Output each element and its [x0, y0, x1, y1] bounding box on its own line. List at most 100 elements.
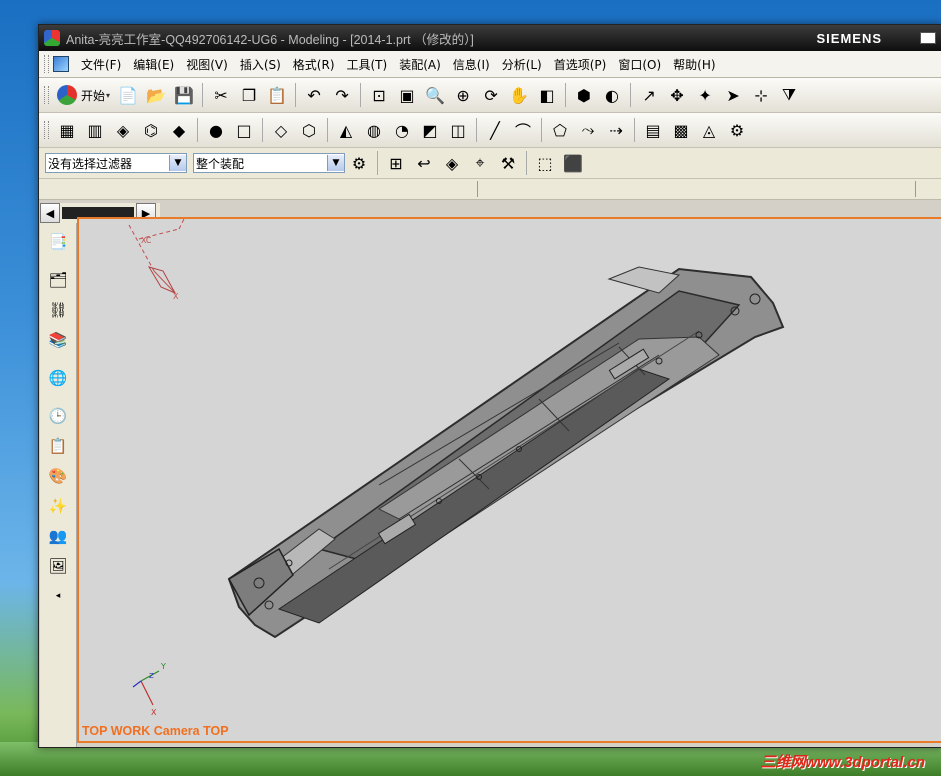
undo-icon[interactable]: ↶ — [302, 83, 326, 107]
more-icon[interactable]: ◂ — [47, 585, 69, 607]
blend-icon[interactable]: ◔ — [390, 118, 414, 142]
menu-information[interactable]: 信息(I) — [447, 56, 496, 73]
triad-x-label: X — [151, 708, 157, 717]
select-face-icon[interactable]: ◈ — [440, 151, 464, 175]
selection-filter-select[interactable]: 没有选择过滤器 ▼ — [45, 153, 187, 173]
mesh-icon[interactable]: ▩ — [669, 118, 693, 142]
cut-icon[interactable]: ✂ — [209, 83, 233, 107]
save-icon[interactable]: 💾 — [172, 83, 196, 107]
menu-edit[interactable]: 编辑(E) — [127, 56, 180, 73]
pan-icon[interactable]: ✋ — [507, 83, 531, 107]
new-file-icon[interactable]: 📄 — [116, 83, 140, 107]
history-icon[interactable]: 🕒 — [47, 405, 69, 427]
title-bar[interactable]: Anita-亮亮工作室-QQ492706142-UG6 - Modeling -… — [39, 25, 941, 51]
menu-analysis[interactable]: 分析(L) — [496, 56, 548, 73]
arc-icon[interactable]: ⌒ — [511, 118, 535, 142]
assembly-navigator-icon[interactable]: 🗂 — [47, 269, 69, 291]
select-body-icon[interactable]: ⚒ — [496, 151, 520, 175]
point-icon[interactable]: ⊹ — [749, 83, 773, 107]
menu-file[interactable]: 文件(F) — [75, 56, 127, 73]
undo-selection-icon[interactable]: ↩ — [412, 151, 436, 175]
toolbar-separator — [565, 83, 567, 107]
menu-app-icon[interactable] — [53, 56, 69, 72]
model-view[interactable]: XC X Y X Z — [79, 219, 941, 741]
toolbar-separator — [476, 118, 477, 142]
rectangle-select-icon[interactable]: ⬚ — [533, 151, 557, 175]
start-button[interactable]: 开始 ▾ — [57, 85, 110, 105]
sphere-icon[interactable]: ◍ — [362, 118, 386, 142]
zoom-in-icon[interactable]: ⊕ — [451, 83, 475, 107]
menu-help[interactable]: 帮助(H) — [667, 56, 721, 73]
fit-view-icon[interactable]: ⊡ — [367, 83, 391, 107]
triad-z-label: Z — [149, 672, 154, 680]
cone-icon[interactable]: ◭ — [334, 118, 358, 142]
scroll-left-button[interactable]: ◀ — [40, 203, 60, 223]
open-folder-icon[interactable]: 📂 — [144, 83, 168, 107]
roles-icon[interactable]: ✨ — [47, 495, 69, 517]
system-materials-icon[interactable]: 👥 — [47, 525, 69, 547]
paste-icon[interactable]: 📋 — [265, 83, 289, 107]
chamfer-icon[interactable]: ◩ — [418, 118, 442, 142]
menu-assembly[interactable]: 装配(A) — [393, 56, 447, 73]
toolbar-separator — [630, 83, 632, 107]
select-edge-icon[interactable]: ⌖ — [468, 151, 492, 175]
snap-point-icon[interactable]: ⊞ — [384, 151, 408, 175]
block-icon[interactable]: ◇ — [269, 118, 293, 142]
render-style-icon[interactable]: ◐ — [600, 83, 624, 107]
datum-plane-icon[interactable]: ▥ — [83, 118, 107, 142]
spline-icon[interactable]: ⬠ — [548, 118, 572, 142]
image-icon[interactable]: 🖼 — [47, 555, 69, 577]
shell-icon[interactable]: ◫ — [446, 118, 470, 142]
toolbar-grip[interactable] — [44, 121, 49, 139]
perspective-icon[interactable]: ◧ — [535, 83, 559, 107]
graphics-window[interactable]: XC X Y X Z TOP WORK Camera TOP — [77, 217, 941, 743]
select-all-icon[interactable]: ⬛ — [561, 151, 585, 175]
trim-icon[interactable]: ◬ — [697, 118, 721, 142]
copy-icon[interactable]: ❐ — [237, 83, 261, 107]
toolbar-grip[interactable] — [44, 86, 49, 104]
boss-icon[interactable]: □ — [232, 118, 256, 142]
filter-icon[interactable]: ⧩ — [777, 83, 801, 107]
rotate-icon[interactable]: ⟳ — [479, 83, 503, 107]
part-body[interactable] — [227, 266, 785, 639]
sketch-icon[interactable]: ▦ — [55, 118, 79, 142]
revolve-icon[interactable]: ⌬ — [139, 118, 163, 142]
minimize-button[interactable] — [920, 32, 936, 44]
wcs-icon[interactable]: ↗ — [637, 83, 661, 107]
offset-icon[interactable]: ⇢ — [604, 118, 628, 142]
menu-window[interactable]: 窗口(O) — [612, 56, 667, 73]
sweep-icon[interactable]: ◆ — [167, 118, 191, 142]
select-icon[interactable]: ➤ — [721, 83, 745, 107]
shaded-view-icon[interactable]: ⬢ — [572, 83, 596, 107]
chevron-down-icon[interactable]: ▼ — [169, 155, 186, 171]
curve-icon[interactable]: ⤳ — [576, 118, 600, 142]
part-navigator-icon[interactable]: 📑 — [47, 231, 69, 253]
extrude-icon[interactable]: ◈ — [111, 118, 135, 142]
chevron-down-icon[interactable]: ▼ — [327, 155, 344, 171]
menu-format[interactable]: 格式(R) — [287, 56, 341, 73]
cylinder-icon[interactable]: ⬡ — [297, 118, 321, 142]
menubar-grip[interactable] — [44, 55, 49, 73]
menu-insert[interactable]: 插入(S) — [234, 56, 287, 73]
palette-icon[interactable]: 🎨 — [47, 465, 69, 487]
toolbar-separator — [197, 118, 198, 142]
constraint-navigator-icon[interactable]: ⛓ — [47, 299, 69, 321]
menu-preferences[interactable]: 首选项(P) — [548, 56, 613, 73]
line-icon[interactable]: ╱ — [483, 118, 507, 142]
move-icon[interactable]: ✥ — [665, 83, 689, 107]
menu-tools[interactable]: 工具(T) — [341, 56, 394, 73]
zoom-icon[interactable]: 🔍 — [423, 83, 447, 107]
web-browser-icon[interactable]: 🌐 — [47, 367, 69, 389]
assembly-scope-select[interactable]: 整个装配 ▼ — [193, 153, 345, 173]
analysis-icon[interactable]: ⚙ — [725, 118, 749, 142]
hole-icon[interactable]: ● — [204, 118, 228, 142]
zoom-window-icon[interactable]: ▣ — [395, 83, 419, 107]
reuse-library-icon[interactable]: 📚 — [47, 329, 69, 351]
selection-filter-value: 没有选择过滤器 — [48, 156, 133, 171]
menu-view[interactable]: 视图(V) — [180, 56, 234, 73]
surface-icon[interactable]: ▤ — [641, 118, 665, 142]
snap-icon[interactable]: ✦ — [693, 83, 717, 107]
process-studio-icon[interactable]: 📋 — [47, 435, 69, 457]
redo-icon[interactable]: ↷ — [330, 83, 354, 107]
selection-options-icon[interactable]: ⚙ — [347, 151, 371, 175]
